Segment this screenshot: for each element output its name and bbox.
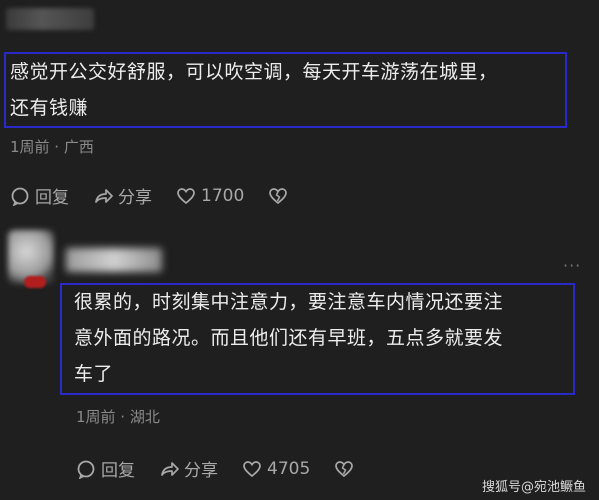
watermark: 搜狐号@宛池鳜鱼	[482, 480, 587, 495]
comment-text: 感觉开公交好舒服，可以吹空调，每天开车游荡在城里， 还有钱赚	[10, 61, 498, 119]
share-label: 分享	[184, 461, 218, 481]
comment-thread: 感觉开公交好舒服，可以吹空调，每天开车游荡在城里， 还有钱赚 1周前 · 广西 …	[0, 0, 599, 500]
share-button[interactable]: 分享	[93, 183, 152, 208]
share-label: 分享	[118, 188, 152, 208]
avatar-badge	[24, 276, 46, 288]
like-count: 4705	[267, 458, 311, 479]
like-button[interactable]: 4705	[242, 459, 310, 479]
reply-button[interactable]: 回复	[10, 183, 69, 208]
reply-label: 回复	[35, 188, 69, 208]
dislike-button[interactable]	[268, 186, 293, 206]
comment-text: 很累的，时刻集中注意力，要注意车内情况还要注 意外面的路况。而且他们还有早班，五…	[74, 291, 504, 385]
like-button[interactable]: 1700	[176, 186, 244, 206]
like-count: 1700	[201, 185, 245, 206]
share-button[interactable]: 分享	[159, 456, 218, 481]
heart-icon	[177, 187, 195, 204]
share-icon	[161, 461, 179, 476]
comment-actions: 回复 分享 1700	[10, 183, 317, 208]
blurred-username	[66, 248, 162, 272]
comment-meta: 1周前 · 湖北	[76, 408, 160, 426]
broken-heart-icon	[335, 460, 354, 477]
more-options-icon[interactable]: ···	[563, 256, 581, 275]
comment-meta: 1周前 · 广西	[10, 138, 94, 156]
reply-icon	[11, 187, 29, 206]
dislike-button[interactable]	[334, 459, 359, 479]
reply-label: 回复	[101, 461, 135, 481]
blurred-username	[6, 8, 94, 30]
reply-icon	[77, 460, 95, 479]
reply-button[interactable]: 回复	[76, 456, 135, 481]
broken-heart-icon	[269, 187, 288, 204]
comment-actions: 回复 分享 4705	[76, 456, 383, 481]
share-icon	[95, 188, 113, 203]
heart-icon	[243, 460, 261, 477]
